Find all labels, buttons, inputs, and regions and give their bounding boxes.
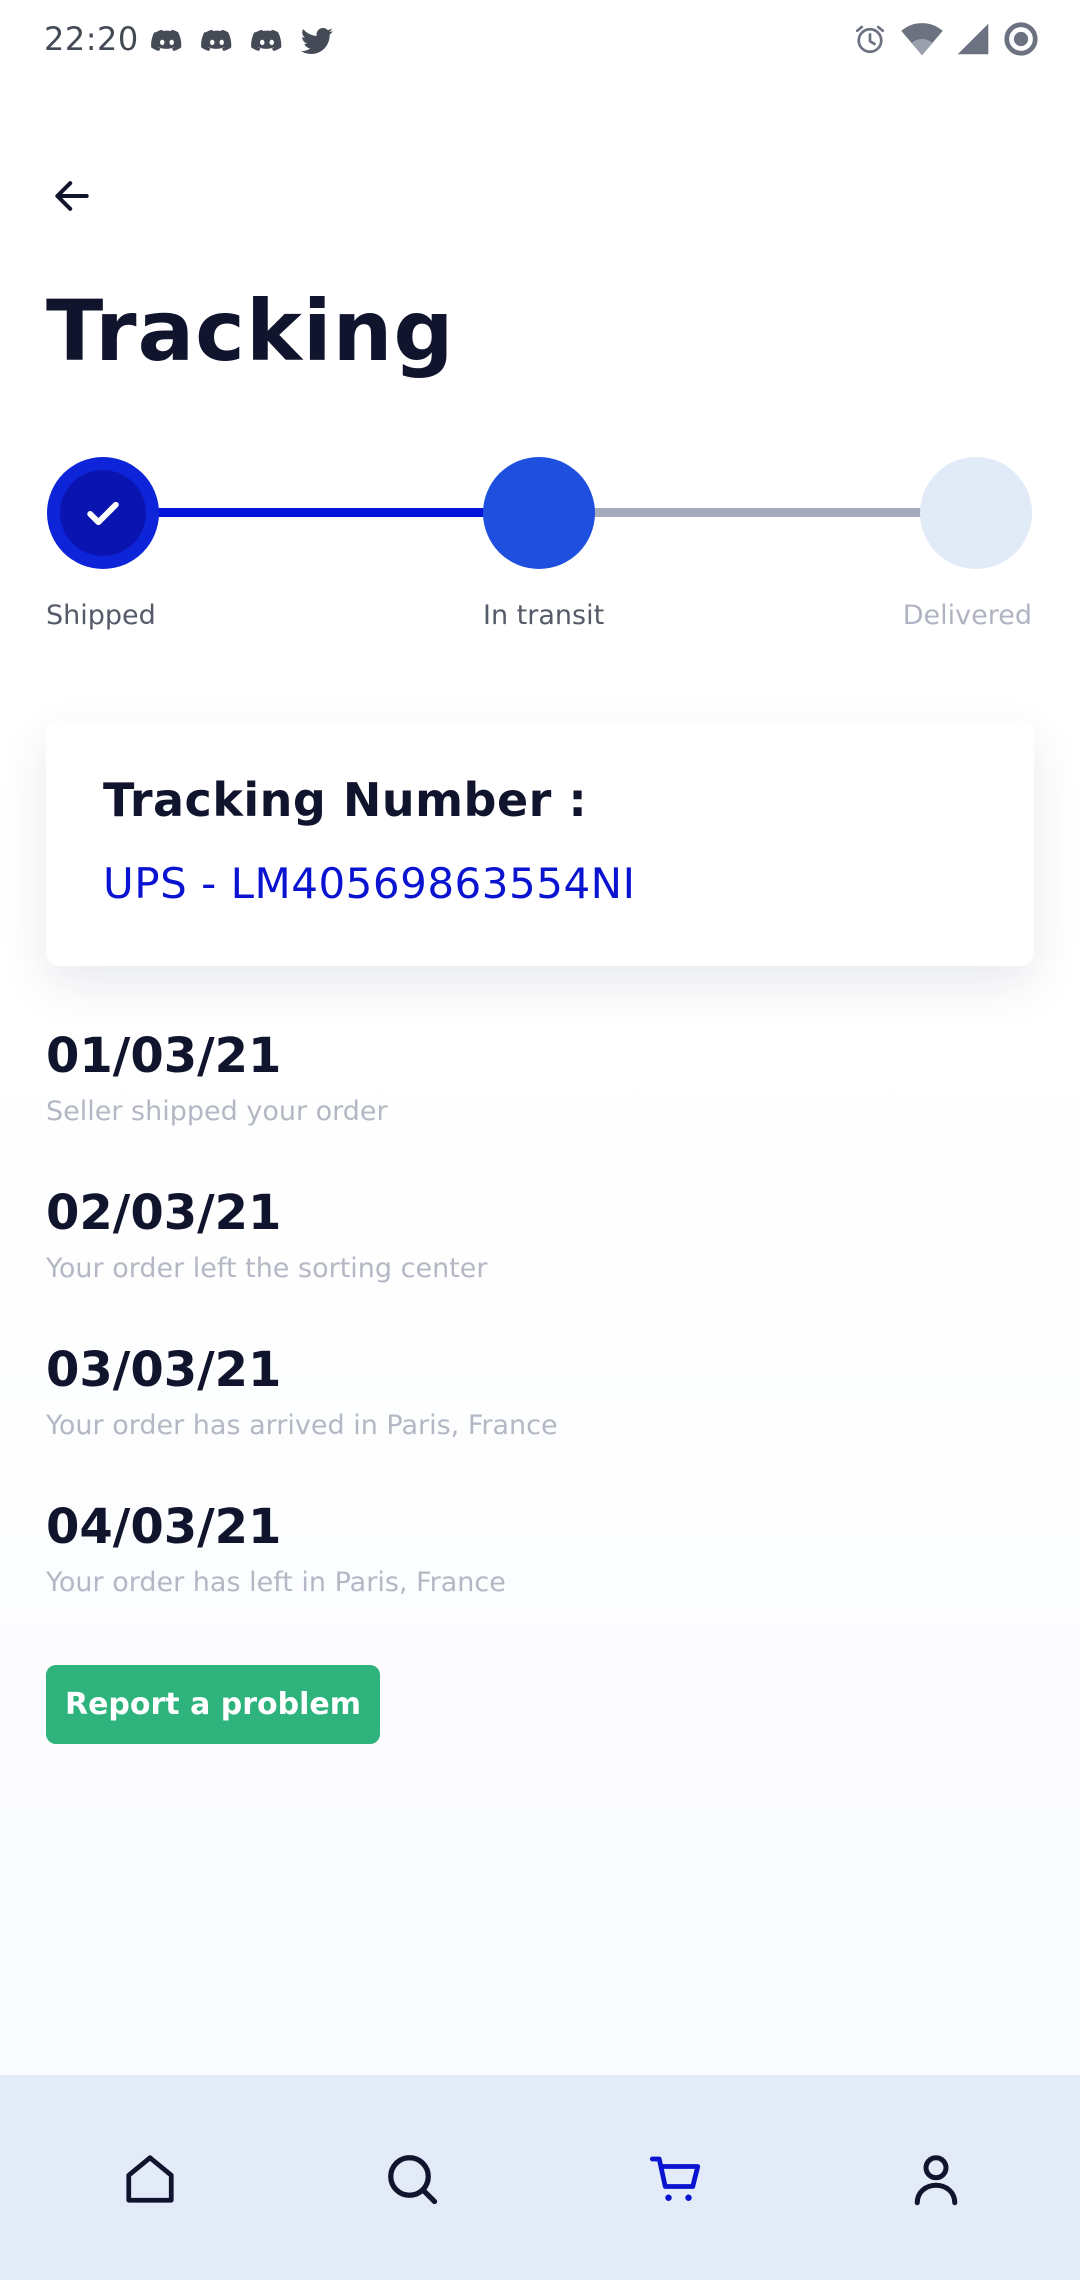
timeline-description: Your order has left in Paris, France	[46, 1567, 506, 1598]
back-button[interactable]	[44, 168, 100, 224]
stepper-line-completed	[150, 508, 490, 517]
timeline-description: Your order has arrived in Paris, France	[46, 1410, 558, 1441]
timeline-description: Seller shipped your order	[46, 1096, 388, 1127]
tracking-number-value[interactable]: UPS - LM40569863554NI	[103, 859, 635, 908]
sync-icon	[1002, 20, 1040, 58]
notification-icons	[148, 22, 336, 60]
home-icon	[126, 2155, 174, 2203]
arrow-left-icon	[55, 181, 89, 211]
twitter-icon	[298, 22, 336, 60]
timeline-date: 04/03/21	[46, 1499, 282, 1555]
nav-search[interactable]	[376, 2143, 448, 2215]
tracking-screen: 22:20 Tracking Shipped In transit Delive…	[0, 0, 1080, 2280]
wifi-icon	[900, 21, 944, 57]
timeline-date: 03/03/21	[46, 1342, 282, 1398]
profile-icon	[914, 2155, 958, 2206]
timeline-item: 01/03/21 Seller shipped your order	[46, 1028, 1026, 1185]
timeline-item: 02/03/21 Your order left the sorting cen…	[46, 1185, 1026, 1342]
nav-home[interactable]	[114, 2143, 186, 2215]
step-delivered-indicator	[920, 457, 1032, 569]
bottom-navigation	[0, 2075, 1080, 2280]
discord-icon	[248, 22, 286, 60]
timeline-item: 03/03/21 Your order has arrived in Paris…	[46, 1342, 1026, 1499]
stepper-line-pending	[592, 508, 932, 517]
nav-cart[interactable]	[640, 2143, 712, 2215]
timeline-item: 04/03/21 Your order has left in Paris, F…	[46, 1499, 1026, 1656]
system-status-icons	[852, 20, 1040, 58]
alarm-icon	[852, 21, 888, 57]
step-label-in-transit: In transit	[483, 600, 605, 631]
status-time: 22:20	[44, 20, 139, 58]
discord-icon	[148, 22, 186, 60]
timeline-description: Your order left the sorting center	[46, 1253, 488, 1284]
status-bar: 22:20	[0, 0, 1080, 80]
discord-icon	[198, 22, 236, 60]
step-in-transit-indicator	[483, 457, 595, 569]
timeline-date: 02/03/21	[46, 1185, 282, 1241]
tracking-number-card: Tracking Number : UPS - LM40569863554NI	[46, 721, 1034, 966]
tracking-number-title: Tracking Number :	[103, 773, 588, 827]
step-label-delivered: Delivered	[902, 600, 1032, 631]
search-icon	[388, 2155, 438, 2205]
step-shipped-indicator	[47, 457, 159, 569]
check-icon	[87, 501, 119, 526]
tracking-timeline: 01/03/21 Seller shipped your order 02/03…	[46, 1028, 1026, 1656]
report-problem-button[interactable]: Report a problem	[46, 1665, 380, 1744]
page-title: Tracking	[46, 282, 455, 380]
nav-profile[interactable]	[900, 2143, 972, 2215]
step-label-shipped: Shipped	[46, 600, 156, 631]
cart-icon	[649, 2156, 701, 2201]
cellular-signal-icon	[956, 22, 990, 56]
timeline-date: 01/03/21	[46, 1028, 282, 1084]
